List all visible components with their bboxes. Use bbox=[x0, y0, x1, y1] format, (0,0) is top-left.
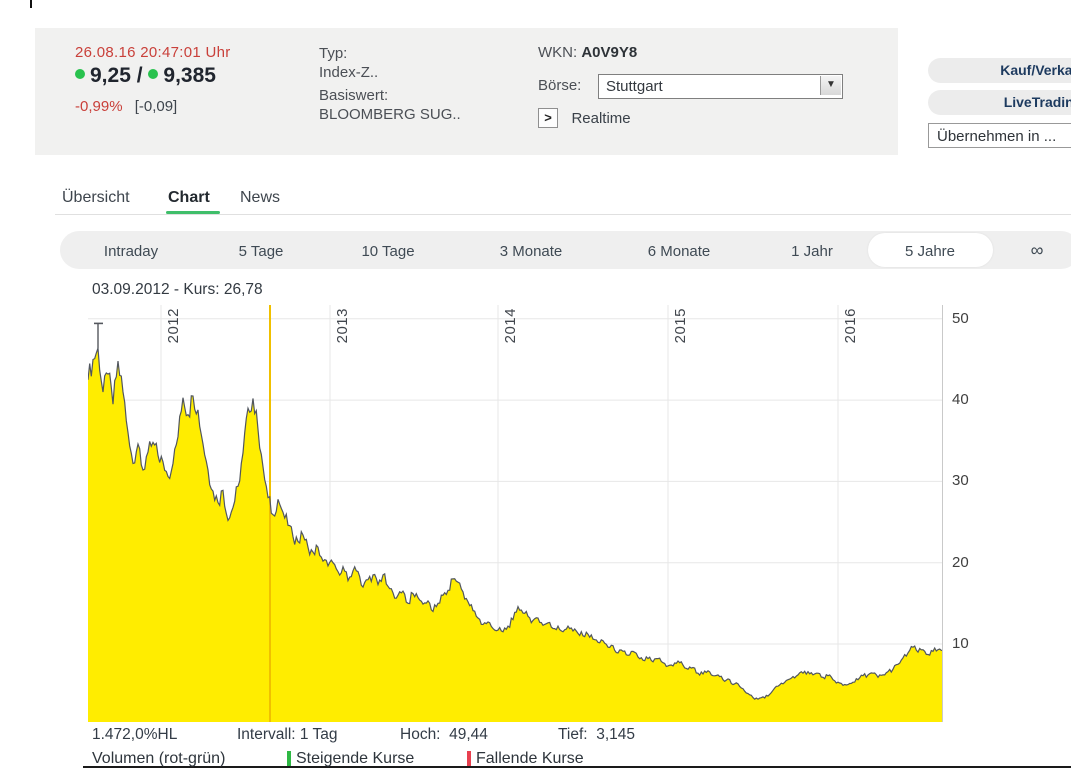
x-axis-year-label: 2015 bbox=[672, 308, 689, 343]
crosshair-readout: 03.09.2012 - Kurs: 26,78 bbox=[92, 281, 263, 299]
change-absolute: [-0,09] bbox=[135, 98, 178, 115]
timeframe-6-monate[interactable]: 6 Monate bbox=[648, 243, 711, 260]
screen-edge-artifact bbox=[30, 0, 32, 8]
timeframe-10-tage[interactable]: 10 Tage bbox=[361, 243, 414, 260]
chart-area: 102030405020122013201420152016 bbox=[88, 305, 971, 722]
stat-high: Hoch: 49,44 bbox=[400, 726, 488, 744]
bid-status-dot-icon bbox=[75, 69, 85, 79]
underlying-label: Basiswert: bbox=[319, 86, 461, 105]
realtime-row[interactable]: > Realtime bbox=[538, 108, 631, 128]
timeframe-max[interactable]: ∞ bbox=[1031, 240, 1044, 261]
ask-price: 9,385 bbox=[163, 64, 216, 87]
instrument-info: Typ: Index-Z.. Basiswert: BLOOMBERG SUG.… bbox=[319, 44, 461, 124]
bid-price: 9,25 bbox=[90, 64, 131, 87]
buy-sell-button[interactable]: Kauf/Verkauf bbox=[928, 58, 1071, 83]
y-axis-tick-label: 40 bbox=[952, 391, 986, 408]
timeframe-intraday[interactable]: Intraday bbox=[104, 243, 158, 260]
stat-low: Tief: 3,145 bbox=[558, 726, 635, 744]
type-label: Typ: bbox=[319, 44, 461, 63]
quote-timestamp: 26.08.16 20:47:01 Uhr bbox=[75, 44, 231, 61]
x-axis-year-label: 2013 bbox=[334, 308, 351, 343]
ask-status-dot-icon bbox=[148, 69, 158, 79]
legend-volume: Volumen (rot-grün) bbox=[92, 750, 225, 768]
timeframe-3-monate[interactable]: 3 Monate bbox=[500, 243, 563, 260]
type-value: Index-Z.. bbox=[319, 63, 461, 82]
timeframe-1-jahr[interactable]: 1 Jahr bbox=[791, 243, 833, 260]
x-axis-year-label: 2014 bbox=[502, 308, 519, 343]
wkn-label: WKN: bbox=[538, 44, 577, 61]
realtime-label: Realtime bbox=[571, 110, 630, 127]
falling-prices-color-icon bbox=[467, 751, 471, 766]
stat-range: 1.472,0%HL bbox=[92, 726, 177, 744]
price-area-fill bbox=[88, 348, 943, 722]
live-trading-button[interactable]: LiveTrading bbox=[928, 90, 1071, 115]
exchange-select[interactable]: Stuttgart ▼ bbox=[598, 74, 843, 99]
exchange-label: Börse: bbox=[538, 77, 581, 94]
bid-ask-price: 9,25 / 9,385 bbox=[75, 64, 216, 88]
timeframe-5-tage[interactable]: 5 Tage bbox=[239, 243, 284, 260]
timeframe-5-jahre[interactable]: 5 Jahre bbox=[905, 243, 955, 260]
y-axis-tick-label: 50 bbox=[952, 310, 986, 327]
x-axis-year-label: 2012 bbox=[165, 308, 182, 343]
dropdown-arrow-icon[interactable]: ▼ bbox=[820, 76, 841, 95]
price-change: -0,99% [-0,09] bbox=[75, 98, 177, 115]
tab-separator bbox=[55, 214, 1071, 215]
legend-falling: Fallende Kurse bbox=[476, 750, 584, 768]
y-axis-tick-label: 30 bbox=[952, 472, 986, 489]
exchange-selected-value: Stuttgart bbox=[606, 78, 663, 95]
legend-rising: Steigende Kurse bbox=[296, 750, 414, 768]
tab-news[interactable]: News bbox=[240, 189, 280, 207]
underlying-value: BLOOMBERG SUG.. bbox=[319, 105, 461, 124]
transfer-to-dropdown[interactable]: Übernehmen in ... bbox=[928, 123, 1071, 148]
tab-chart[interactable]: Chart bbox=[168, 189, 210, 207]
realtime-toggle-icon[interactable]: > bbox=[538, 108, 558, 128]
quote-panel: 26.08.16 20:47:01 Uhr 9,25 / 9,385 -0,99… bbox=[35, 28, 898, 155]
price-separator: / bbox=[137, 64, 149, 87]
rising-prices-color-icon bbox=[287, 751, 291, 766]
price-chart[interactable] bbox=[88, 305, 943, 722]
wkn-row: WKN: A0V9Y8 bbox=[538, 44, 637, 61]
change-percent: -0,99% bbox=[75, 98, 123, 115]
y-axis-tick-label: 20 bbox=[952, 554, 986, 571]
wkn-value: A0V9Y8 bbox=[581, 44, 637, 61]
tab-uebersicht[interactable]: Übersicht bbox=[62, 189, 130, 207]
stat-interval: Intervall: 1 Tag bbox=[237, 726, 338, 744]
y-axis-tick-label: 10 bbox=[952, 635, 986, 652]
x-axis-year-label: 2016 bbox=[842, 308, 859, 343]
